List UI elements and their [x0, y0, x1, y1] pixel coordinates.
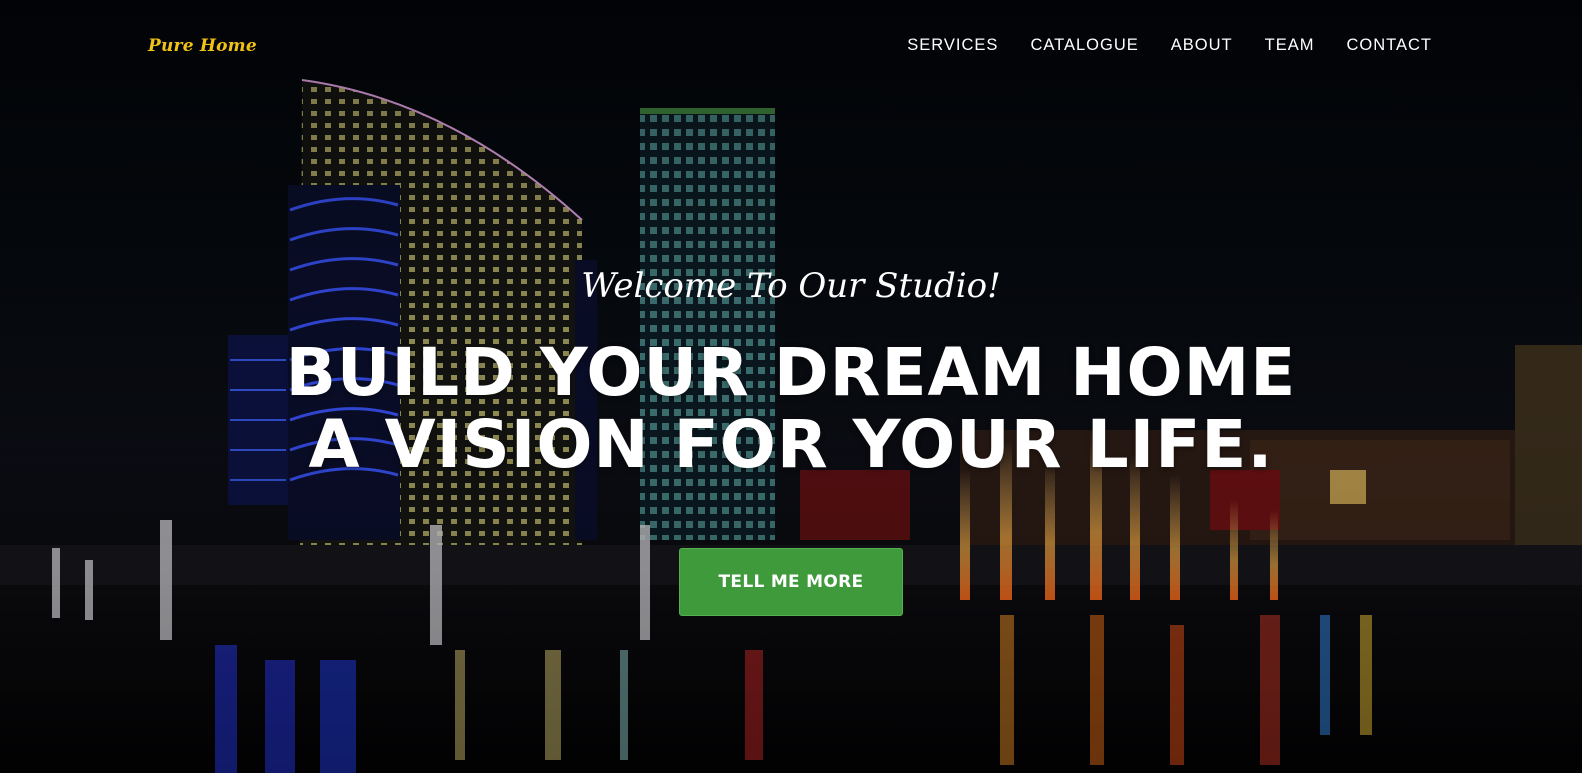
nav-menu: SERVICES CATALOGUE ABOUT TEAM CONTACT: [875, 36, 1432, 55]
hero-section: Pure Home SERVICES CATALOGUE ABOUT TEAM …: [0, 0, 1582, 773]
hero-subheading: Welcome To Our Studio!: [581, 266, 1001, 306]
nav-link-about[interactable]: ABOUT: [1171, 36, 1233, 55]
top-navigation: Pure Home SERVICES CATALOGUE ABOUT TEAM …: [0, 0, 1582, 95]
hero-heading-line-1: BUILD YOUR DREAM HOME: [285, 334, 1297, 411]
nav-link-team[interactable]: TEAM: [1265, 36, 1315, 55]
hero-heading: BUILD YOUR DREAM HOME A VISION FOR YOUR …: [0, 337, 1582, 481]
tell-me-more-button[interactable]: TELL ME MORE: [679, 548, 903, 616]
hero-heading-line-2: A VISION FOR YOUR LIFE.: [308, 406, 1274, 483]
nav-link-catalogue[interactable]: CATALOGUE: [1030, 36, 1138, 55]
nav-link-contact[interactable]: CONTACT: [1346, 36, 1432, 55]
nav-link-services[interactable]: SERVICES: [907, 36, 998, 55]
brand-logo-link[interactable]: Pure Home: [148, 36, 257, 56]
